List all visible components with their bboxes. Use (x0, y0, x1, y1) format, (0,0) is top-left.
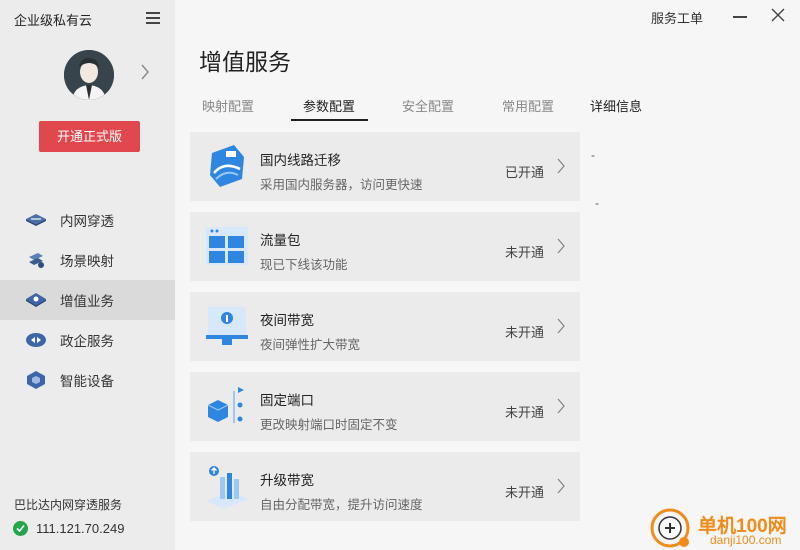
tab-details[interactable]: 详细信息 (590, 96, 642, 115)
active-tab-indicator (291, 119, 368, 121)
ip-address: 111.121.70.249 (36, 521, 125, 536)
night-bandwidth-icon (204, 303, 250, 349)
service-name: 巴比达内网穿透服务 (14, 498, 123, 512)
watermark: 单机100网 danji100.com (650, 508, 800, 550)
sidebar-item-label: 政企服务 (60, 334, 114, 349)
network-tunnel-icon (25, 209, 47, 231)
enterprise-service-icon (25, 329, 47, 351)
card-description: 采用国内服务器，访问更快速 (260, 178, 423, 192)
chevron-right-icon[interactable] (140, 64, 150, 85)
domestic-route-icon (204, 143, 250, 189)
upgrade-button[interactable]: 开通正式版 (39, 121, 140, 152)
detail-value: - (591, 148, 595, 162)
card-title: 夜间带宽 (260, 313, 314, 328)
sidebar-item-network-tunnel[interactable]: 内网穿透 (0, 200, 175, 240)
card-title: 流量包 (260, 233, 301, 248)
smart-device-icon (25, 369, 47, 391)
card-description: 更改映射端口时固定不变 (260, 418, 398, 432)
minimize-icon[interactable] (733, 16, 747, 18)
card-description: 夜间弹性扩大带宽 (260, 338, 361, 352)
work-order-button[interactable]: 服务工单 (651, 8, 703, 27)
chevron-right-icon (556, 238, 566, 254)
chevron-right-icon (556, 478, 566, 494)
chevron-right-icon (556, 158, 566, 174)
value-added-icon (25, 289, 47, 311)
service-card-domestic-route[interactable]: 国内线路迁移 采用国内服务器，访问更快速 已开通 (190, 132, 580, 201)
sidebar: 企业级私有云 开通正式版 内网穿透 场景映射 增值业务 政企服务 智能设备 巴比… (0, 0, 175, 550)
service-card-fixed-port[interactable]: 固定端口 更改映射端口时固定不变 未开通 (190, 372, 580, 441)
status-badge: 未开通 (505, 245, 545, 260)
upgrade-bandwidth-icon (204, 463, 250, 509)
page-title: 增值服务 (199, 49, 291, 75)
sidebar-item-label: 内网穿透 (60, 214, 114, 229)
fixed-port-icon (204, 383, 250, 429)
chevron-right-icon (556, 398, 566, 414)
tab-common-config[interactable]: 常用配置 (502, 96, 554, 115)
card-description: 现已下线该功能 (260, 258, 348, 272)
sidebar-item-smart-device[interactable]: 智能设备 (0, 360, 175, 400)
connection-status: 111.121.70.249 (13, 521, 124, 536)
sidebar-item-label: 智能设备 (60, 374, 114, 389)
card-title: 国内线路迁移 (260, 153, 341, 168)
watermark-url: danji100.com (710, 533, 782, 547)
tab-parameter-config[interactable]: 参数配置 (303, 96, 355, 115)
sidebar-item-label: 场景映射 (60, 254, 114, 269)
tab-security-config[interactable]: 安全配置 (402, 96, 454, 115)
status-badge: 未开通 (505, 325, 545, 340)
card-title: 固定端口 (260, 393, 314, 408)
detail-value: - (595, 196, 599, 210)
sidebar-item-enterprise-service[interactable]: 政企服务 (0, 320, 175, 360)
sidebar-item-value-added[interactable]: 增值业务 (0, 280, 175, 320)
check-icon (13, 521, 28, 536)
tab-mapping-config[interactable]: 映射配置 (202, 96, 254, 115)
service-card-traffic-package[interactable]: 流量包 现已下线该功能 未开通 (190, 212, 580, 281)
status-badge: 未开通 (505, 405, 545, 420)
sidebar-nav: 内网穿透 场景映射 增值业务 政企服务 智能设备 (0, 200, 175, 400)
service-list: 国内线路迁移 采用国内服务器，访问更快速 已开通 流量包 现已下线该功能 未开通… (190, 132, 580, 532)
status-badge: 未开通 (505, 485, 545, 500)
chevron-right-icon (556, 318, 566, 334)
status-badge: 已开通 (505, 165, 545, 180)
avatar[interactable] (64, 50, 114, 100)
close-icon[interactable] (770, 7, 786, 23)
service-card-night-bandwidth[interactable]: 夜间带宽 夜间弹性扩大带宽 未开通 (190, 292, 580, 361)
traffic-package-icon (204, 223, 250, 269)
sidebar-item-label: 增值业务 (60, 294, 114, 309)
scene-map-icon (25, 249, 47, 271)
sidebar-item-scene-map[interactable]: 场景映射 (0, 240, 175, 280)
watermark-logo-icon (650, 508, 690, 548)
service-card-upgrade-bandwidth[interactable]: 升级带宽 自由分配带宽，提升访问速度 未开通 (190, 452, 580, 521)
menu-icon[interactable] (146, 12, 160, 24)
card-description: 自由分配带宽，提升访问速度 (260, 498, 423, 512)
app-title: 企业级私有云 (14, 13, 93, 28)
card-title: 升级带宽 (260, 473, 314, 488)
